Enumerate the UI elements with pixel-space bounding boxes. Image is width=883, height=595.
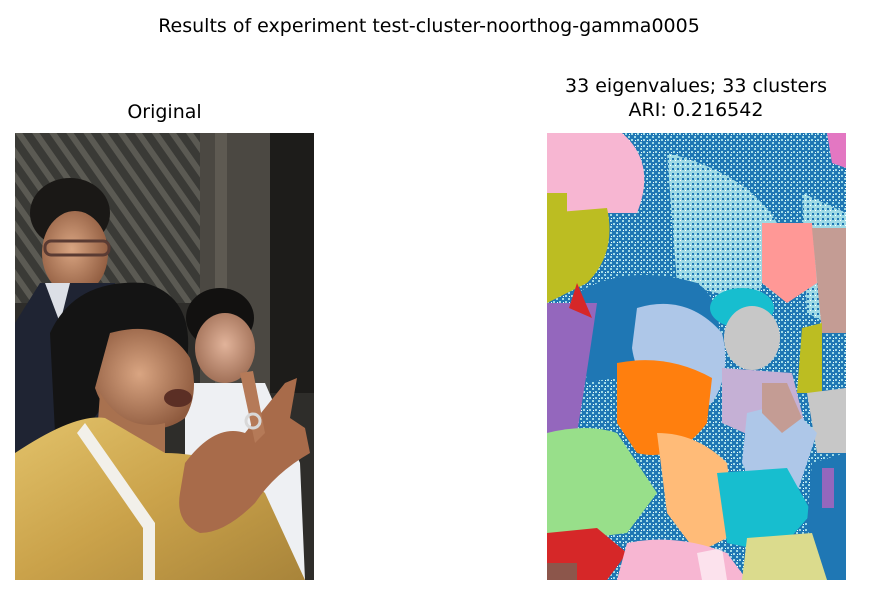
original-image [15,133,314,580]
clustering-result-title-line1: 33 eigenvalues; 33 clusters [565,75,827,97]
segmentation-map-icon [547,133,846,580]
clustering-result-title: 33 eigenvalues; 33 clusters ARI: 0.21654… [496,74,883,122]
clustering-result-title-line2: ARI: 0.216542 [628,99,764,121]
original-image-title: Original [127,101,202,123]
figure-suptitle: Results of experiment test-cluster-noort… [158,15,700,37]
photo-icon [15,133,314,580]
segmentation-result-image [547,133,846,580]
